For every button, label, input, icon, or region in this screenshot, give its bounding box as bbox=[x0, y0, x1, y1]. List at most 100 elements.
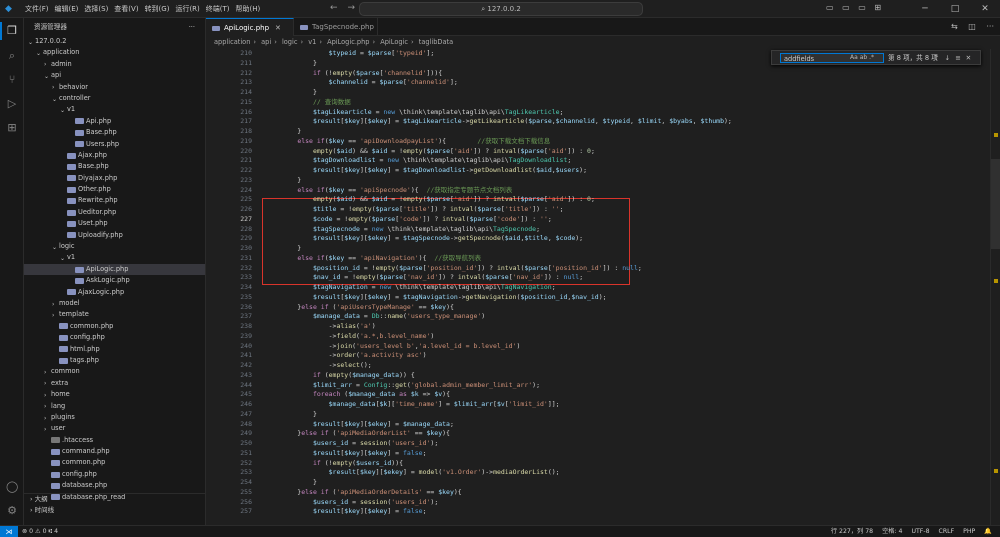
find-in-selection-icon[interactable]: ≡ bbox=[955, 54, 961, 62]
compare-icon[interactable]: ⇆ bbox=[951, 22, 958, 31]
command-center-search[interactable]: ⌕ 127.0.0.2 bbox=[359, 2, 643, 16]
code-line[interactable]: 234 $tagNavigation = new \think\template… bbox=[206, 283, 1000, 293]
tab-tagspecnode[interactable]: TagSpecnode.php bbox=[294, 18, 378, 36]
menu-item[interactable]: 运行(R) bbox=[172, 4, 202, 14]
tree-folder[interactable]: › behavior bbox=[24, 82, 205, 93]
more-actions-icon[interactable]: ··· bbox=[189, 18, 195, 36]
next-match-icon[interactable]: ↓ bbox=[945, 54, 951, 62]
menu-item[interactable]: 帮助(H) bbox=[233, 4, 264, 14]
tree-file[interactable]: command.php bbox=[24, 446, 205, 457]
code-line[interactable]: 231 else if($key == 'apiNavigation'){ //… bbox=[206, 254, 1000, 264]
code-line[interactable]: 230 } bbox=[206, 244, 1000, 254]
code-line[interactable]: 226 $title = !empty($parse['title']) ? i… bbox=[206, 205, 1000, 215]
tree-folder[interactable]: ⌄ logic bbox=[24, 241, 205, 252]
code-line[interactable]: 245 foreach ($manage_data as $k => $v){ bbox=[206, 390, 1000, 400]
tree-folder[interactable]: ⌄ v1 bbox=[24, 252, 205, 263]
tree-folder[interactable]: › common bbox=[24, 366, 205, 377]
previous-match-icon[interactable]: ↑ bbox=[934, 54, 940, 62]
code-line[interactable]: 257 $result[$key][$ekey] = false; bbox=[206, 507, 1000, 517]
tree-file[interactable]: config.php bbox=[24, 332, 205, 343]
tree-folder[interactable]: › extra bbox=[24, 378, 205, 389]
problems-status[interactable]: ⊗ 0 ⚠ 0 ⑆ 4 bbox=[22, 526, 58, 537]
code-line[interactable]: 223 } bbox=[206, 176, 1000, 186]
source-control-icon[interactable]: ⑂ bbox=[6, 74, 18, 86]
run-debug-icon[interactable]: ▷ bbox=[6, 98, 18, 110]
code-line[interactable]: 241 ->order('a.activity asc') bbox=[206, 351, 1000, 361]
code-line[interactable]: 237 $manage_data = Db::name('users_type_… bbox=[206, 312, 1000, 322]
account-icon[interactable]: ◯ bbox=[6, 481, 18, 493]
tree-file[interactable]: Ajax.php bbox=[24, 150, 205, 161]
crumb[interactable]: v1 bbox=[308, 38, 316, 46]
tree-file[interactable]: html.php bbox=[24, 344, 205, 355]
extensions-icon[interactable]: ⊞ bbox=[6, 122, 18, 134]
tree-file[interactable]: Other.php bbox=[24, 184, 205, 195]
tree-folder[interactable]: › user bbox=[24, 423, 205, 434]
tree-file[interactable]: AskLogic.php bbox=[24, 275, 205, 286]
language-mode[interactable]: PHP bbox=[963, 526, 975, 537]
tree-folder[interactable]: › model bbox=[24, 298, 205, 309]
menu-item[interactable]: 选择(S) bbox=[81, 4, 111, 14]
tree-file[interactable]: tags.php bbox=[24, 355, 205, 366]
crumb[interactable]: ApiLogic bbox=[380, 38, 408, 46]
tree-file[interactable]: common.php bbox=[24, 457, 205, 468]
code-line[interactable]: 248 $result[$key][$ekey] = $manage_data; bbox=[206, 420, 1000, 430]
customize-layout-icon[interactable]: ⊞ bbox=[874, 3, 881, 12]
timeline-section[interactable]: › 时间线 bbox=[24, 505, 206, 516]
crumb[interactable]: logic bbox=[282, 38, 298, 46]
more-icon[interactable]: ··· bbox=[986, 22, 994, 31]
explorer-icon[interactable]: ❐ bbox=[6, 25, 18, 37]
code-line[interactable]: 240 ->join('users_level b','a.level_id =… bbox=[206, 342, 1000, 352]
code-line[interactable]: 218 } bbox=[206, 127, 1000, 137]
toggle-sidebar-icon[interactable]: ▭ bbox=[826, 3, 834, 12]
encoding[interactable]: UTF-8 bbox=[911, 526, 929, 537]
tree-file[interactable]: Ueditor.php bbox=[24, 207, 205, 218]
code-line[interactable]: 249 }else if ('apiMediaOrderList' == $ke… bbox=[206, 429, 1000, 439]
code-line[interactable]: 244 $limit_arr = Config::get('global.adm… bbox=[206, 381, 1000, 391]
tree-folder[interactable]: ⌄ api bbox=[24, 70, 205, 81]
code-line[interactable]: 251 $result[$key][$ekey] = false; bbox=[206, 449, 1000, 459]
tree-file[interactable]: Uset.php bbox=[24, 218, 205, 229]
code-line[interactable]: 238 ->alias('a') bbox=[206, 322, 1000, 332]
menu-item[interactable]: 文件(F) bbox=[22, 4, 52, 14]
code-line[interactable]: 242 ->select(); bbox=[206, 361, 1000, 371]
code-line[interactable]: 246 $manage_data[$k]['time_name'] = $lim… bbox=[206, 400, 1000, 410]
notifications-icon[interactable]: 🔔 bbox=[984, 526, 992, 537]
toggle-panel-icon[interactable]: ▭ bbox=[842, 3, 850, 12]
crumb[interactable]: ApiLogic.php bbox=[327, 38, 369, 46]
outline-section[interactable]: › 大纲 bbox=[24, 494, 206, 505]
code-line[interactable]: 247 } bbox=[206, 410, 1000, 420]
crumb[interactable]: application bbox=[214, 38, 250, 46]
indentation[interactable]: 空格: 4 bbox=[882, 526, 902, 537]
tree-folder[interactable]: › home bbox=[24, 389, 205, 400]
code-line[interactable]: 235 $result[$key][$ekey] = $tagNavigatio… bbox=[206, 293, 1000, 303]
cursor-position[interactable]: 行 227，列 78 bbox=[831, 526, 873, 537]
tree-folder[interactable]: › plugins bbox=[24, 412, 205, 423]
code-line[interactable]: 229 $result[$key][$ekey] = $tagSpecnode-… bbox=[206, 234, 1000, 244]
tree-folder[interactable]: ⌄ controller bbox=[24, 93, 205, 104]
tree-file[interactable]: Api.php bbox=[24, 116, 205, 127]
code-line[interactable]: 219 else if($key == 'apiDownloadpayList'… bbox=[206, 137, 1000, 147]
code-line[interactable]: 254 } bbox=[206, 478, 1000, 488]
tree-folder[interactable]: ⌄ 127.0.0.2 bbox=[24, 36, 205, 47]
tree-file[interactable]: Base.php bbox=[24, 127, 205, 138]
find-options[interactable]: Aa ab .* bbox=[850, 53, 874, 63]
eol[interactable]: CRLF bbox=[939, 526, 955, 537]
tree-file[interactable]: .htaccess bbox=[24, 435, 205, 446]
toggle-secondary-sidebar-icon[interactable]: ▭ bbox=[858, 3, 866, 12]
settings-gear-icon[interactable]: ⚙ bbox=[6, 505, 18, 517]
code-line[interactable]: 212 if (!empty($parse['channelid'])){ bbox=[206, 69, 1000, 79]
tree-folder[interactable]: › template bbox=[24, 309, 205, 320]
code-line[interactable]: 250 $users_id = session('users_id'); bbox=[206, 439, 1000, 449]
code-line[interactable]: 227 $code = !empty($parse['code']) ? int… bbox=[206, 215, 1000, 225]
code-line[interactable]: 232 $position_id = !empty($parse['positi… bbox=[206, 264, 1000, 274]
code-line[interactable]: 243 if (empty($manage_data)) { bbox=[206, 371, 1000, 381]
tree-file[interactable]: common.php bbox=[24, 321, 205, 332]
code-line[interactable]: 217 $result[$key][$ekey] = $tagLikeartic… bbox=[206, 117, 1000, 127]
minimize-icon[interactable]: ─ bbox=[910, 0, 940, 18]
tree-file[interactable]: Diyajax.php bbox=[24, 173, 205, 184]
tree-file[interactable]: Users.php bbox=[24, 139, 205, 150]
menu-item[interactable]: 终端(T) bbox=[203, 4, 233, 14]
tree-folder[interactable]: › lang bbox=[24, 401, 205, 412]
scrollbar-thumb[interactable] bbox=[991, 159, 1000, 249]
tree-folder[interactable]: ⌄ application bbox=[24, 47, 205, 58]
